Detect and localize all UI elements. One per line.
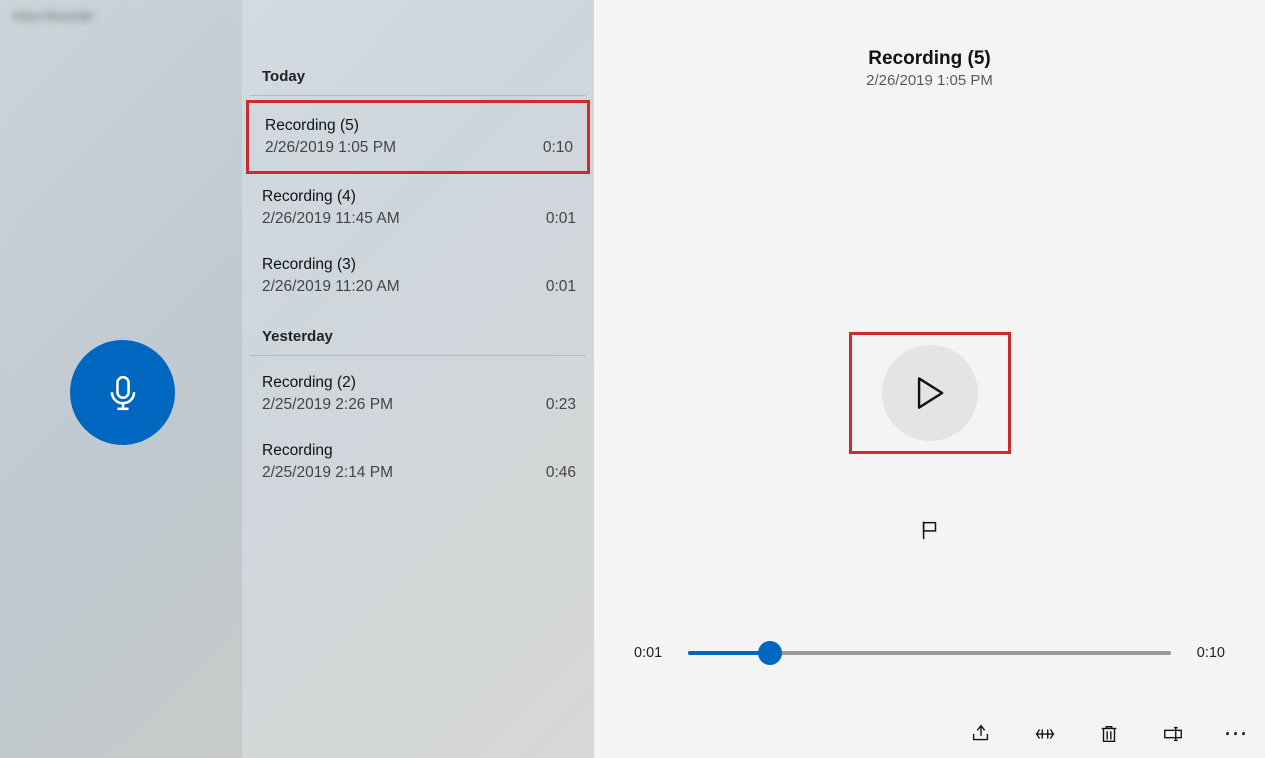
share-button[interactable] bbox=[967, 720, 995, 748]
play-button[interactable] bbox=[882, 345, 978, 441]
list-item-subtitle: 2/25/2019 2:26 PM bbox=[262, 396, 576, 414]
delete-button[interactable] bbox=[1095, 720, 1123, 748]
list-item-subtitle: 2/26/2019 1:05 PM bbox=[265, 139, 573, 157]
recordings-list: Today Recording (5) 2/26/2019 1:05 PM 0:… bbox=[242, 0, 594, 758]
bottom-toolbar: ··· bbox=[967, 720, 1251, 748]
list-item-title: Recording (5) bbox=[265, 117, 573, 135]
list-item-title: Recording (3) bbox=[262, 256, 576, 274]
list-item[interactable]: Recording (4) 2/26/2019 11:45 AM 0:01 bbox=[242, 174, 594, 242]
flag-icon bbox=[919, 519, 941, 541]
playback-panel: Recording (5) 2/26/2019 1:05 PM 0:01 0:1… bbox=[594, 0, 1265, 758]
trim-button[interactable] bbox=[1031, 720, 1059, 748]
playback-title: Recording (5) bbox=[868, 48, 990, 70]
list-item-duration: 0:23 bbox=[546, 396, 576, 414]
record-button[interactable] bbox=[70, 340, 175, 445]
timeline: 0:01 0:10 bbox=[634, 645, 1225, 661]
list-item-subtitle: 2/26/2019 11:45 AM bbox=[262, 210, 576, 228]
share-icon bbox=[970, 723, 992, 745]
list-item[interactable]: Recording (3) 2/26/2019 11:20 AM 0:01 bbox=[242, 242, 594, 310]
record-panel bbox=[0, 0, 242, 758]
app-root: Voice Recorder Today Recording (5) 2 bbox=[0, 0, 1265, 758]
more-icon: ··· bbox=[1225, 724, 1249, 745]
current-time: 0:01 bbox=[634, 645, 674, 661]
microphone-icon bbox=[104, 374, 142, 412]
list-item-title: Recording (4) bbox=[262, 188, 576, 206]
list-item-duration: 0:01 bbox=[546, 278, 576, 296]
list-item[interactable]: Recording 2/25/2019 2:14 PM 0:46 bbox=[242, 428, 594, 496]
trash-icon bbox=[1098, 723, 1120, 745]
more-button[interactable]: ··· bbox=[1223, 720, 1251, 748]
trim-icon bbox=[1034, 723, 1056, 745]
rename-button[interactable] bbox=[1159, 720, 1187, 748]
list-item[interactable]: Recording (2) 2/25/2019 2:26 PM 0:23 bbox=[242, 360, 594, 428]
add-marker-button[interactable] bbox=[910, 510, 950, 550]
list-item-subtitle: 2/25/2019 2:14 PM bbox=[262, 464, 576, 482]
play-highlight bbox=[849, 332, 1011, 454]
seek-thumb[interactable] bbox=[758, 641, 782, 665]
list-item-subtitle: 2/26/2019 11:20 AM bbox=[262, 278, 576, 296]
seek-track[interactable] bbox=[688, 651, 1171, 655]
list-item[interactable]: Recording (5) 2/26/2019 1:05 PM 0:10 bbox=[246, 100, 590, 174]
total-time: 0:10 bbox=[1185, 645, 1225, 661]
playback-subtitle: 2/26/2019 1:05 PM bbox=[866, 72, 993, 89]
list-item-duration: 0:46 bbox=[546, 464, 576, 482]
list-item-title: Recording (2) bbox=[262, 374, 576, 392]
list-item-title: Recording bbox=[262, 442, 576, 460]
group-header-yesterday: Yesterday bbox=[250, 310, 586, 356]
list-item-duration: 0:10 bbox=[543, 139, 573, 157]
list-item-duration: 0:01 bbox=[546, 210, 576, 228]
rename-icon bbox=[1162, 723, 1184, 745]
group-header-today: Today bbox=[250, 50, 586, 96]
play-icon bbox=[915, 376, 945, 410]
